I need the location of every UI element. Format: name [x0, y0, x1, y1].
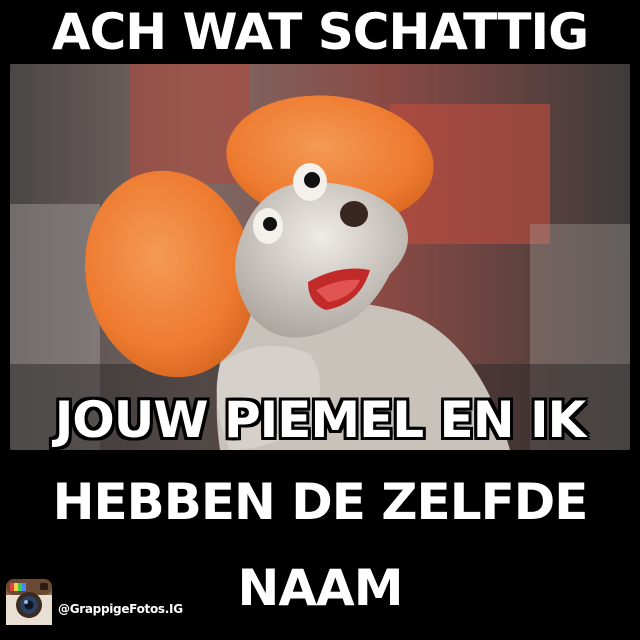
watermark-handle: @GrappigeFotos.IG	[58, 602, 183, 616]
bottom-caption-line-2: HEBBEN DE ZELFDE	[52, 473, 589, 531]
instagram-icon	[4, 577, 54, 627]
bottom-caption-line-1: JOUW PIEMEL EN IK	[54, 391, 587, 449]
meme-image: ACH WAT SCHATTIG JOUW PIEMEL EN IK HEBBE…	[0, 0, 640, 640]
top-caption: ACH WAT SCHATTIG	[51, 3, 589, 61]
watermark: @GrappigeFotos.IG	[4, 576, 183, 628]
